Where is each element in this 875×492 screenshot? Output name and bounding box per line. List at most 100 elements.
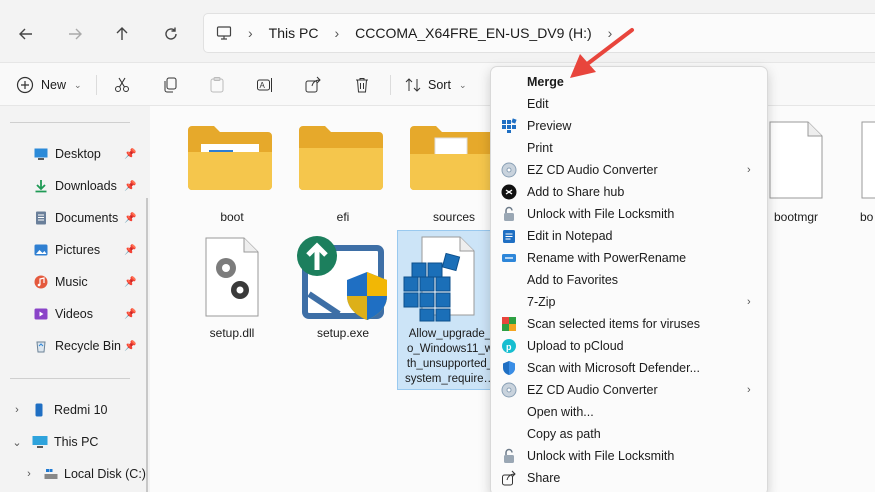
- menu-item-edit[interactable]: Edit: [491, 93, 767, 115]
- file-name-line: Allow_upgrade_: [408, 328, 492, 340]
- delete-button[interactable]: [353, 73, 371, 97]
- chevron-right-icon[interactable]: ›: [10, 404, 24, 416]
- tree-item-local-disk[interactable]: › Local Disk (C:): [22, 463, 146, 485]
- chevron-right-icon: ›: [747, 384, 751, 396]
- new-button[interactable]: New ⌄: [16, 73, 82, 97]
- folder-item-efi[interactable]: efi: [291, 118, 395, 228]
- chevron-right-icon: ›: [747, 164, 751, 176]
- folder-icon: [299, 126, 383, 190]
- menu-item-powerrename[interactable]: Rename with PowerRename: [491, 247, 767, 269]
- sidebar-item-downloads[interactable]: Downloads 📌: [34, 175, 144, 197]
- menu-item-copy-as-path[interactable]: Copy as path: [491, 423, 767, 445]
- pin-icon[interactable]: 📌: [124, 341, 136, 352]
- sidebar-item-label: Music: [55, 275, 88, 289]
- tree-item-label: Redmi 10: [54, 403, 108, 417]
- breadcrumb-drive[interactable]: CCCOMA_X64FRE_EN-US_DV9 (H:): [355, 25, 592, 41]
- lock-icon: [504, 206, 514, 221]
- chevron-down-icon[interactable]: ⌄: [10, 436, 24, 449]
- divider: [390, 75, 391, 95]
- file-item-bo[interactable]: bo: [850, 118, 875, 228]
- menu-item-open-with[interactable]: Open with...: [491, 401, 767, 423]
- file-name: bo: [860, 210, 874, 224]
- sidebar-item-desktop[interactable]: Desktop 📌: [34, 143, 144, 165]
- svg-text:A: A: [260, 81, 266, 90]
- powerrename-icon: [502, 254, 516, 262]
- copy-button[interactable]: [161, 73, 179, 97]
- tree-item-this-pc[interactable]: ⌄ This PC: [10, 431, 98, 453]
- back-button[interactable]: [14, 22, 38, 46]
- menu-item-add-to-share-hub[interactable]: Add to Share hub: [491, 181, 767, 203]
- download-icon: [35, 180, 47, 193]
- menu-item-label: Scan selected items for viruses: [527, 317, 700, 331]
- menu-item-upload-pcloud[interactable]: p Upload to pCloud: [491, 335, 767, 357]
- share-button[interactable]: [304, 73, 322, 97]
- pictures-icon: [34, 244, 48, 256]
- pin-icon[interactable]: 📌: [124, 309, 136, 320]
- address-bar[interactable]: › This PC › CCCOMA_X64FRE_EN-US_DV9 (H:)…: [203, 13, 875, 53]
- menu-item-scan-defender[interactable]: Scan with Microsoft Defender...: [491, 357, 767, 379]
- menu-item-label: 7-Zip: [527, 295, 556, 309]
- menu-item-label: EZ CD Audio Converter: [527, 383, 658, 397]
- desktop-icon: [34, 148, 48, 160]
- menu-item-ez-cd-audio-converter-2[interactable]: EZ CD Audio Converter ›: [491, 379, 767, 401]
- up-button[interactable]: [110, 22, 134, 46]
- folder-item-boot[interactable]: boot: [180, 118, 284, 228]
- file-item-setup-dll[interactable]: setup.dll: [180, 234, 284, 344]
- refresh-icon: [165, 27, 177, 40]
- tree-item-label: This PC: [54, 435, 99, 449]
- menu-item-unlock-file-locksmith-2[interactable]: Unlock with File Locksmith: [491, 445, 767, 467]
- sidebar-item-recycle-bin[interactable]: Recycle Bin 📌: [34, 335, 144, 357]
- file-item-setup-exe[interactable]: setup.exe: [291, 234, 395, 344]
- antivirus-icon: [502, 317, 516, 331]
- sidebar-item-videos[interactable]: Videos 📌: [34, 303, 144, 325]
- pin-icon[interactable]: 📌: [124, 149, 136, 160]
- menu-item-label: Copy as path: [527, 427, 601, 441]
- share-icon: [305, 76, 321, 93]
- file-name-line: th_unsupported_: [406, 358, 494, 370]
- navigation-pane: Desktop 📌 Downloads 📌 Documents 📌 Pictur…: [0, 106, 147, 492]
- menu-item-share[interactable]: Share: [491, 467, 767, 489]
- chevron-right-icon[interactable]: ›: [22, 468, 36, 480]
- computer-icon: [216, 26, 232, 40]
- forward-button[interactable]: [63, 22, 87, 46]
- pin-icon[interactable]: 📌: [124, 181, 136, 192]
- file-name-line: system_require…: [404, 373, 496, 385]
- new-label: New: [41, 78, 67, 92]
- file-icon: [861, 121, 875, 199]
- trash-icon: [356, 78, 368, 93]
- menu-item-print[interactable]: Print: [491, 137, 767, 159]
- paste-button[interactable]: [208, 73, 226, 97]
- sidebar-item-pictures[interactable]: Pictures 📌: [34, 239, 144, 261]
- lock-icon: [504, 448, 514, 463]
- tree-item-redmi-10[interactable]: › Redmi 10: [10, 399, 108, 421]
- sort-button[interactable]: Sort ⌄: [404, 73, 466, 97]
- cut-button[interactable]: [113, 73, 131, 97]
- sidebar-scrollbar[interactable]: [146, 198, 148, 492]
- file-item-registry-selected[interactable]: Allow_upgrade_ o_Windows11_w th_unsuppor…: [397, 230, 495, 390]
- pin-icon[interactable]: 📌: [124, 245, 136, 256]
- sidebar-item-label: Videos: [55, 307, 93, 321]
- menu-item-edit-in-notepad[interactable]: Edit in Notepad: [491, 225, 767, 247]
- refresh-button[interactable]: [159, 22, 183, 46]
- sidebar-item-label: Recycle Bin: [55, 339, 121, 353]
- menu-item-add-to-favorites[interactable]: Add to Favorites: [491, 269, 767, 291]
- menu-item-unlock-file-locksmith[interactable]: Unlock with File Locksmith: [491, 203, 767, 225]
- pin-icon[interactable]: 📌: [124, 277, 136, 288]
- menu-item-preview[interactable]: Preview: [491, 115, 767, 137]
- pin-icon[interactable]: 📌: [124, 213, 136, 224]
- menu-item-label: Edit: [527, 97, 549, 111]
- breadcrumb-this-pc[interactable]: This PC: [269, 25, 319, 41]
- menu-item-7-zip[interactable]: 7-Zip ›: [491, 291, 767, 313]
- divider: [10, 122, 130, 123]
- sidebar-item-documents[interactable]: Documents 📌: [34, 207, 144, 229]
- scissors-icon: [115, 77, 129, 92]
- rename-button[interactable]: A: [256, 73, 274, 97]
- forward-arrow-icon: [69, 28, 82, 40]
- sidebar-item-label: Desktop: [55, 147, 101, 161]
- pcloud-icon: p: [502, 339, 516, 353]
- setup-exe-icon: [297, 236, 387, 320]
- sidebar-item-music[interactable]: Music 📌: [34, 271, 144, 293]
- menu-item-label: Upload to pCloud: [527, 339, 624, 353]
- menu-item-ez-cd-audio-converter[interactable]: EZ CD Audio Converter ›: [491, 159, 767, 181]
- menu-item-scan-for-viruses[interactable]: Scan selected items for viruses: [491, 313, 767, 335]
